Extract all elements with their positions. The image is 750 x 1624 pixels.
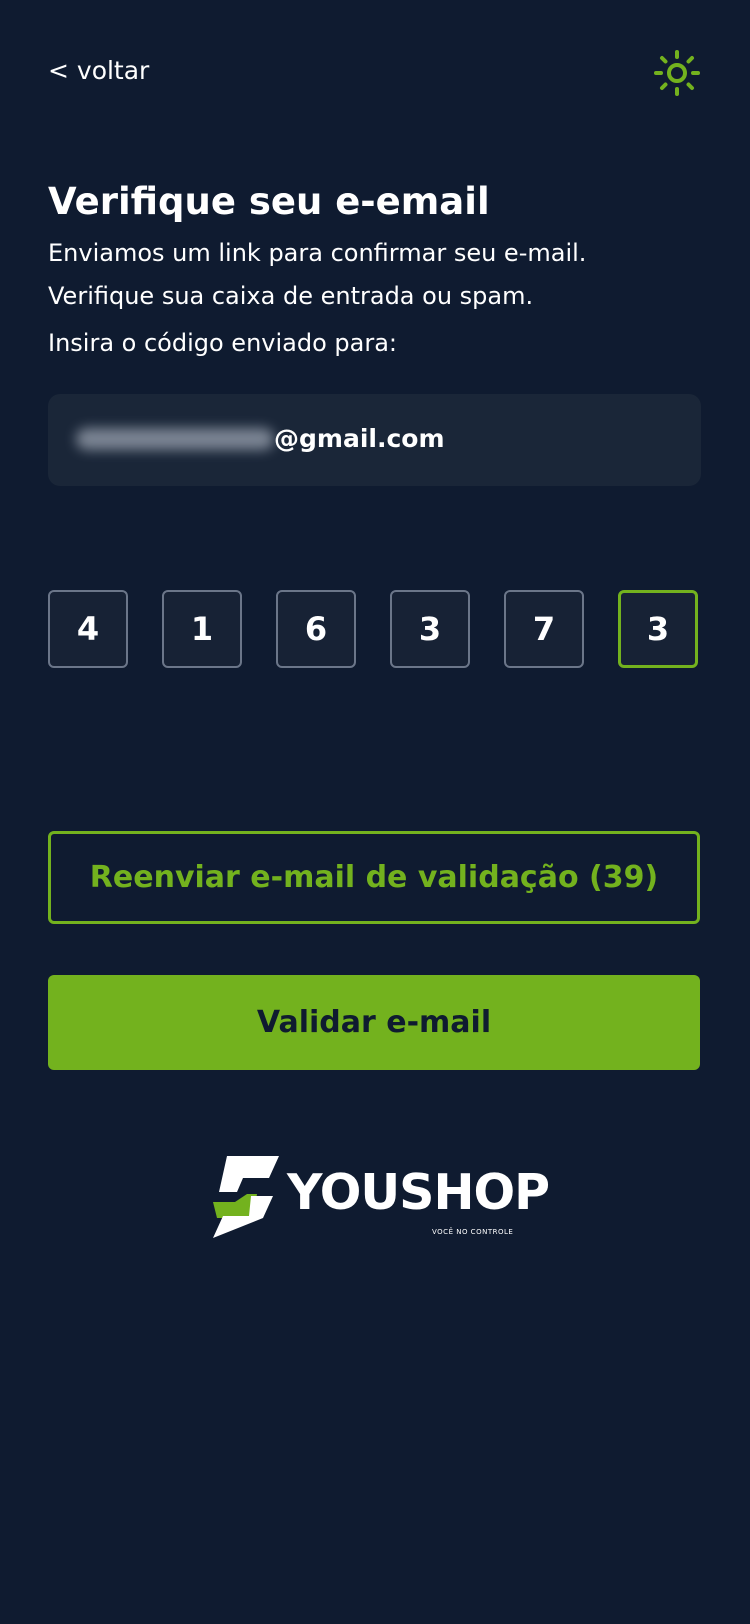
email-username-redacted <box>76 428 274 450</box>
theme-toggle-button[interactable] <box>652 48 702 98</box>
email-domain: @gmail.com <box>274 424 445 453</box>
code-digit-5[interactable]: 7 <box>504 590 584 668</box>
youshop-s-logo-icon <box>213 1156 279 1238</box>
verification-code-inputs: 4 1 6 3 7 3 <box>48 590 702 672</box>
code-digit-3[interactable]: 6 <box>276 590 356 668</box>
code-digit-6[interactable]: 3 <box>618 590 698 668</box>
brand-tagline: VOCÊ NO CONTROLE <box>432 1228 514 1236</box>
code-digit-1[interactable]: 4 <box>48 590 128 668</box>
validate-email-button[interactable]: Validar e-mail <box>48 975 700 1070</box>
youshop-logo: YOUSHOP VOCÊ NO CONTROLE <box>213 1156 550 1241</box>
code-digit-4[interactable]: 3 <box>390 590 470 668</box>
brand-name: YOUSHOP <box>287 1164 550 1221</box>
code-prompt: Insira o código enviado para: <box>48 329 398 357</box>
resend-email-button[interactable]: Reenviar e-mail de validação (39) <box>48 831 700 924</box>
page-title: Verifique seu e-email <box>48 180 490 223</box>
sun-icon <box>654 50 700 96</box>
description-line-2: Verifique sua caixa de entrada ou spam. <box>48 282 534 310</box>
back-link[interactable]: < voltar <box>48 56 149 85</box>
email-field[interactable]: @gmail.com <box>48 394 701 486</box>
top-bar: < voltar <box>48 48 702 98</box>
description-line-1: Enviamos um link para confirmar seu e-ma… <box>48 239 587 267</box>
code-digit-2[interactable]: 1 <box>162 590 242 668</box>
